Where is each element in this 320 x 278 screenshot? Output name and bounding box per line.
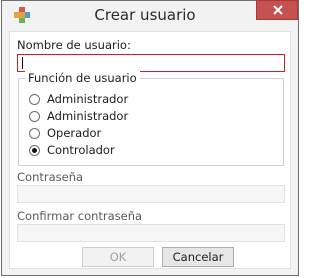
password-input[interactable]: [17, 185, 285, 203]
username-label: Nombre de usuario:: [17, 38, 131, 52]
ok-button[interactable]: OK: [82, 247, 154, 267]
text-caret: [22, 57, 23, 69]
cancel-button[interactable]: Cancelar: [162, 247, 234, 267]
radio-button[interactable]: [29, 110, 40, 122]
app-icon: [12, 5, 32, 25]
password-label: Contraseña: [17, 170, 84, 184]
radio-button[interactable]: [29, 127, 40, 139]
create-user-dialog: Crear usuario Nombre de usuario: Función…: [1, 0, 299, 276]
title-bar[interactable]: Crear usuario: [2, 0, 298, 31]
user-role-group: Función de usuario Administrador Adminis…: [18, 71, 284, 166]
close-icon: [273, 5, 283, 15]
confirm-password-label: Confirmar contraseña: [17, 209, 143, 223]
window-title: Crear usuario: [94, 6, 196, 24]
confirm-password-input[interactable]: [17, 224, 285, 242]
role-option-controlador[interactable]: Controlador: [29, 142, 115, 158]
role-option-label: Administrador: [47, 92, 129, 106]
dialog-content: Nombre de usuario: Función de usuario Ad…: [9, 31, 291, 269]
radio-button[interactable]: [29, 93, 40, 105]
radio-button-checked[interactable]: [29, 144, 40, 156]
username-input[interactable]: [17, 54, 285, 72]
role-option-administrador-2[interactable]: Administrador: [29, 108, 128, 124]
role-option-administrador-1[interactable]: Administrador: [29, 91, 128, 107]
role-option-label: Controlador: [47, 143, 115, 157]
user-role-legend: Función de usuario: [25, 71, 140, 85]
role-option-operador[interactable]: Operador: [29, 125, 101, 141]
role-option-label: Operador: [47, 126, 102, 140]
role-option-label: Administrador: [47, 109, 129, 123]
close-button[interactable]: [256, 0, 298, 20]
